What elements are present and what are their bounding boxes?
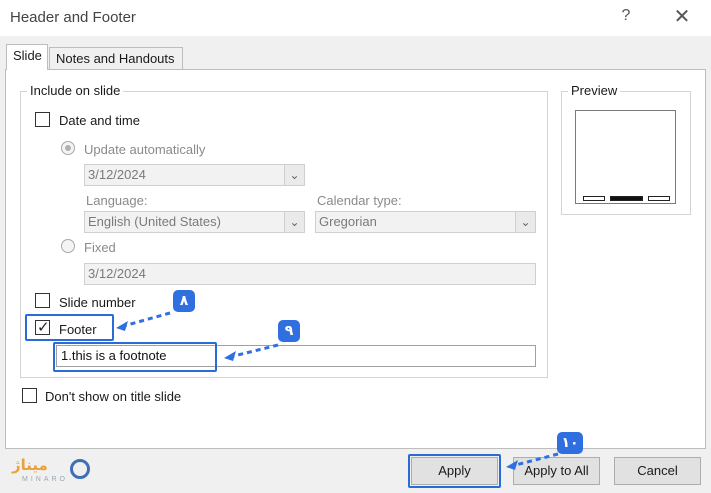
dont-show-title-label: Don't show on title slide bbox=[45, 389, 182, 404]
footer-label: Footer bbox=[59, 322, 97, 337]
preview-date-placeholder bbox=[583, 196, 605, 201]
preview-legend: Preview bbox=[568, 83, 621, 98]
fixed-radio[interactable] bbox=[61, 239, 75, 253]
dont-show-title-checkbox[interactable] bbox=[22, 388, 37, 403]
footer-checkbox[interactable] bbox=[35, 318, 50, 336]
update-auto-radio[interactable] bbox=[61, 141, 75, 155]
fixed-label: Fixed bbox=[84, 240, 116, 255]
include-group-legend: Include on slide bbox=[27, 83, 124, 98]
preview-footer-placeholder bbox=[610, 196, 643, 201]
logo-icon bbox=[70, 459, 90, 479]
logo-text: میناژ bbox=[12, 456, 48, 474]
tab-slide[interactable]: Slide bbox=[6, 44, 48, 70]
apply-highlight bbox=[408, 454, 501, 488]
chevron-down-icon[interactable]: ⌄ bbox=[284, 165, 304, 185]
calendar-label: Calendar type: bbox=[317, 193, 402, 208]
tab-notes-and-handouts[interactable]: Notes and Handouts bbox=[49, 47, 183, 69]
logo-subtext: MINARO bbox=[22, 476, 68, 483]
auto-date-value: 3/12/2024 bbox=[88, 167, 146, 182]
fixed-date-value: 3/12/2024 bbox=[88, 266, 146, 281]
cancel-button[interactable]: Cancel bbox=[614, 457, 701, 485]
arrow-icon bbox=[224, 343, 279, 361]
arrow-icon bbox=[116, 311, 171, 331]
chevron-down-icon[interactable]: ⌄ bbox=[515, 212, 535, 232]
language-label: Language: bbox=[86, 193, 148, 208]
date-time-label: Date and time bbox=[59, 113, 140, 128]
fixed-date-field[interactable]: 3/12/2024 bbox=[84, 263, 536, 285]
footer-input-highlight bbox=[53, 342, 217, 372]
date-time-checkbox[interactable] bbox=[35, 112, 50, 127]
arrow-icon bbox=[506, 452, 559, 470]
close-icon[interactable]: ✕ bbox=[672, 4, 692, 29]
help-icon[interactable]: ? bbox=[619, 7, 633, 25]
language-value: English (United States) bbox=[88, 214, 221, 229]
update-auto-label: Update automatically bbox=[84, 142, 206, 157]
preview-slide bbox=[575, 110, 676, 204]
preview-number-placeholder bbox=[648, 196, 670, 201]
calendar-dropdown[interactable]: Gregorian bbox=[315, 211, 536, 233]
slide-number-checkbox[interactable] bbox=[35, 293, 50, 308]
chevron-down-icon[interactable]: ⌄ bbox=[284, 212, 304, 232]
calendar-value: Gregorian bbox=[319, 214, 377, 229]
dialog-title: Header and Footer bbox=[10, 9, 136, 26]
auto-date-dropdown[interactable]: 3/12/2024 bbox=[84, 164, 305, 186]
language-dropdown[interactable]: English (United States) bbox=[84, 211, 305, 233]
